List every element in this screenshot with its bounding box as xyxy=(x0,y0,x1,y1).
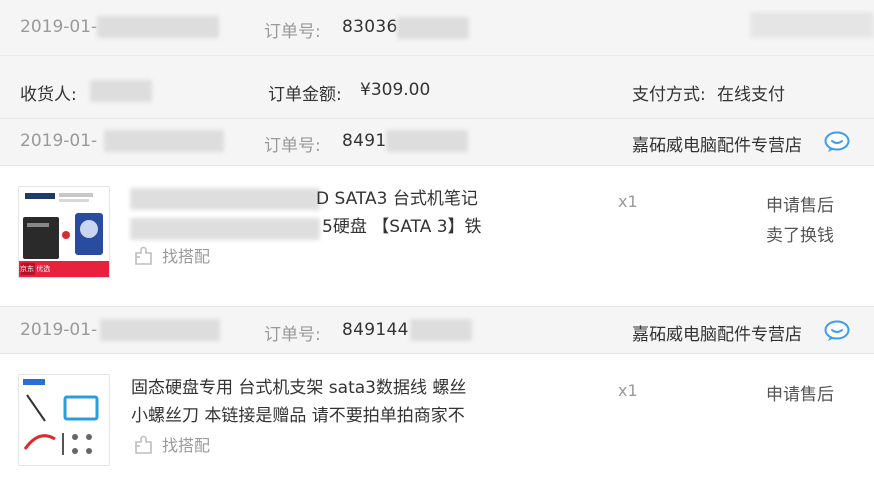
order-1-top-right-redacted xyxy=(750,12,874,38)
order-3-item-title-line1[interactable]: 固态硬盘专用 台式机支架 sata3数据线 螺丝 xyxy=(131,373,466,403)
order-3-order-number[interactable]: 849144 xyxy=(342,320,409,340)
order-2-header-border xyxy=(0,165,874,166)
order-1-order-number[interactable]: 83036 xyxy=(342,17,398,37)
order-3-date: 2019-01- xyxy=(20,320,98,340)
order-3-date-redacted xyxy=(100,319,220,341)
order-1-divider xyxy=(0,55,874,56)
order-1-payment-value: 在线支付 xyxy=(717,85,785,105)
order-1-amount-value: ¥309.00 xyxy=(360,80,431,100)
order-3-order-number-redacted xyxy=(410,319,472,341)
order-2-date: 2019-01- xyxy=(20,131,98,151)
order-2-find-match-label: 找搭配 xyxy=(162,247,211,266)
puzzle-icon xyxy=(135,435,152,454)
order-2-title-redacted-2 xyxy=(130,218,320,240)
order-2-order-number[interactable]: 8491 xyxy=(342,131,386,151)
order-1-date-redacted xyxy=(97,16,219,38)
bracket-product-image xyxy=(19,375,109,465)
order-3-header-border xyxy=(0,353,874,354)
order-1-order-number-redacted xyxy=(397,17,469,39)
order-2-sell-for-cash[interactable]: 卖了换钱 xyxy=(766,221,834,246)
order-1-consignee-label: 收货人: xyxy=(20,85,77,105)
chat-bubble-icon[interactable] xyxy=(824,131,850,153)
order-2-date-redacted xyxy=(104,130,224,152)
order-1-date: 2019-01- xyxy=(20,17,98,37)
order-3-apply-aftersale[interactable]: 申请售后 xyxy=(766,380,834,405)
order-2-item-quantity: x1 xyxy=(618,192,638,211)
chat-bubble-icon[interactable] xyxy=(824,320,850,342)
order-1-amount-label: 订单金额: xyxy=(268,85,342,105)
order-1-payment-label: 支付方式: xyxy=(632,85,706,105)
order-3-item-image[interactable] xyxy=(18,374,110,466)
order-3-item-quantity: x1 xyxy=(618,381,638,400)
order-3-item-title-line2[interactable]: 小螺丝刀 本链接是赠品 请不要拍单拍商家不 xyxy=(131,401,465,431)
order-3-find-match[interactable]: 找搭配 xyxy=(132,432,210,456)
order-2-apply-aftersale[interactable]: 申请售后 xyxy=(766,191,834,216)
order-2-title-redacted-1 xyxy=(130,188,320,210)
order-2-order-number-redacted xyxy=(386,130,468,152)
order-2-thumb-caption: 京东 优选 xyxy=(20,265,51,273)
order-2-item-title-line1[interactable]: D SATA3 台式机笔记 xyxy=(316,184,478,214)
order-1-order-label: 订单号: xyxy=(264,22,321,42)
order-1-consignee-redacted xyxy=(90,80,152,102)
order-3-order-label: 订单号: xyxy=(264,325,321,345)
order-2-find-match[interactable]: 找搭配 xyxy=(132,243,210,267)
order-3-find-match-label: 找搭配 xyxy=(162,436,211,455)
puzzle-icon xyxy=(135,246,152,265)
order-3-store-name[interactable]: 嘉砳威电脑配件专营店 xyxy=(632,320,802,345)
order-2-order-label: 订单号: xyxy=(264,136,321,156)
order-2-item-title-line2[interactable]: 5硬盘 【SATA 3】铁 xyxy=(322,212,482,242)
order-2-store-name[interactable]: 嘉砳威电脑配件专营店 xyxy=(632,131,802,156)
